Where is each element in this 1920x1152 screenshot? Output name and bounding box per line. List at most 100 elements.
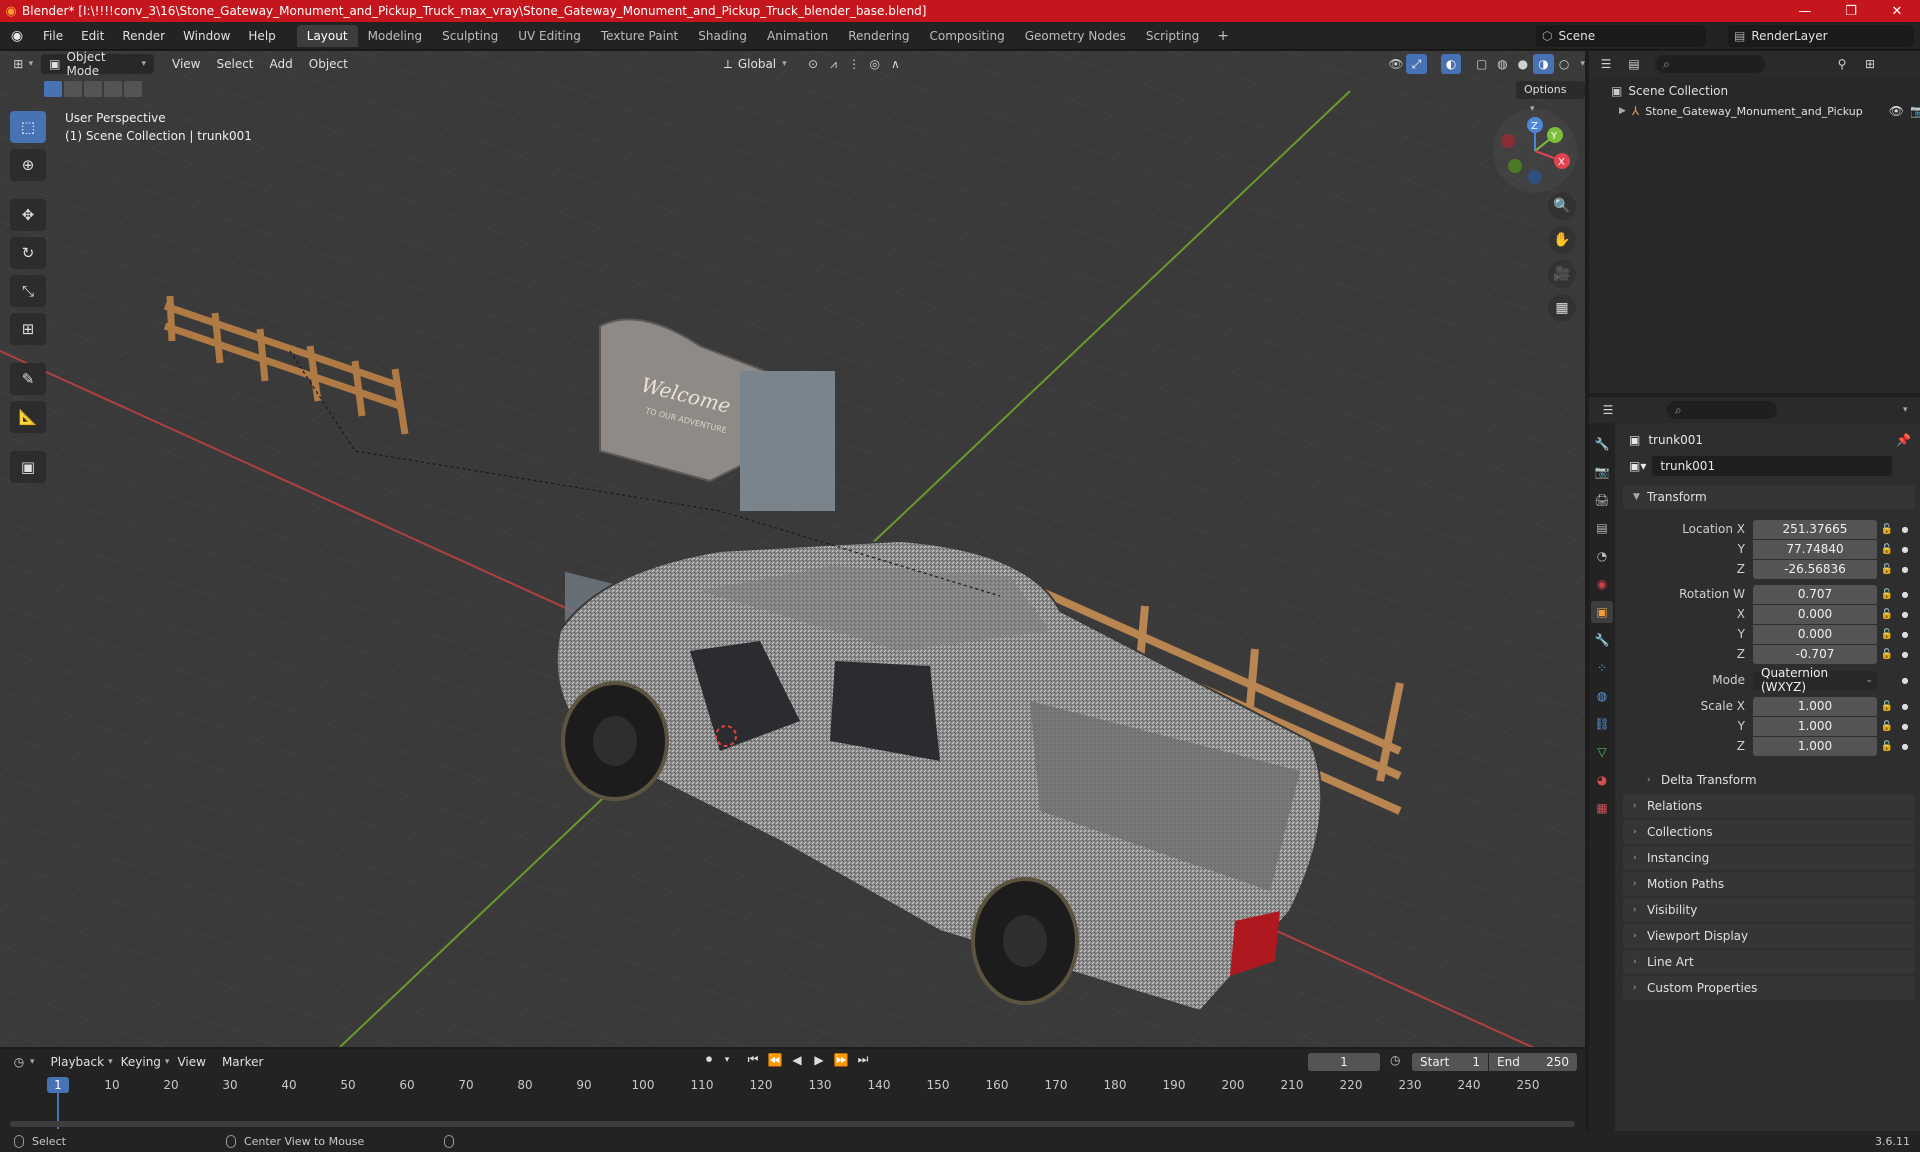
lock-icon[interactable]: 🔓 xyxy=(1877,564,1897,575)
close-button[interactable]: ✕ xyxy=(1874,0,1920,22)
viewport-menu-add[interactable]: Add xyxy=(262,54,301,74)
object-mode-dropdown[interactable]: ▣ Object Mode ▾ xyxy=(41,51,154,78)
menu-file[interactable]: File xyxy=(34,22,72,50)
expand-arrow-icon[interactable]: ▶ xyxy=(1619,106,1626,116)
outliner-item[interactable]: ▶ ⅄ Stone_Gateway_Monument_and_Pickup 👁 … xyxy=(1589,101,1920,121)
transform-tool-icon[interactable]: ⊞ xyxy=(10,313,46,345)
viewport-display-panel-header[interactable]: › Viewport Display xyxy=(1623,924,1915,948)
object-tab-icon[interactable]: ▣ xyxy=(1591,601,1613,623)
render-tab-icon[interactable]: 📷 xyxy=(1591,461,1613,483)
keyframe-dot-icon[interactable]: ● xyxy=(1897,630,1913,639)
keyframe-dot-icon[interactable]: ● xyxy=(1897,545,1913,554)
eye-icon[interactable]: 👁 xyxy=(1889,104,1904,118)
blender-logo-icon[interactable]: ◉ xyxy=(0,28,34,44)
cursor-tool-icon[interactable]: ⊕ xyxy=(10,149,46,181)
keyframe-dot-icon[interactable]: ● xyxy=(1897,650,1913,659)
3d-viewport[interactable]: Welcome TO OUR ADVENTURE Z Y X ⊞ ▾ ▣ Obj… xyxy=(0,51,1585,1047)
tab-rendering[interactable]: Rendering xyxy=(838,25,919,47)
world-tab-icon[interactable]: ◉ xyxy=(1591,573,1613,595)
tab-sculpting[interactable]: Sculpting xyxy=(432,25,508,47)
play-reverse-icon[interactable]: ◀ xyxy=(788,1053,806,1067)
tab-uv-editing[interactable]: UV Editing xyxy=(508,25,591,47)
outliner-scene-collection[interactable]: ▣ Scene Collection xyxy=(1589,81,1920,101)
select-mode-invert-icon[interactable] xyxy=(104,81,122,97)
transform-panel-header[interactable]: ▼ Transform xyxy=(1623,485,1915,509)
ortho-grid-icon[interactable]: ▦ xyxy=(1548,294,1576,322)
select-mode-intersect-icon[interactable] xyxy=(124,81,142,97)
outliner-editor-type-icon[interactable]: ☰ xyxy=(1595,54,1617,74)
menu-window[interactable]: Window xyxy=(174,22,239,50)
move-tool-icon[interactable]: ✥ xyxy=(10,199,46,231)
editor-type-icon[interactable]: ⊞ xyxy=(8,54,29,74)
timeline-scrollbar[interactable] xyxy=(10,1121,1575,1127)
current-frame-field[interactable]: 1 xyxy=(1308,1053,1380,1071)
navigation-gizmo[interactable]: Z Y X xyxy=(1493,109,1577,193)
pin-icon[interactable]: 📌 xyxy=(1896,433,1911,447)
constraints-tab-icon[interactable]: ⛓ xyxy=(1591,713,1613,735)
viewport-menu-select[interactable]: Select xyxy=(208,54,261,74)
lock-icon[interactable]: 🔓 xyxy=(1877,741,1897,752)
rotation-mode-dropdown[interactable]: Quaternion (WXYZ) ⌄ xyxy=(1753,666,1877,694)
add-cube-tool-icon[interactable]: ▣ xyxy=(10,451,46,483)
record-icon[interactable]: ⏺ xyxy=(700,1052,718,1067)
show-gizmo-icon[interactable]: ⤢ xyxy=(1406,54,1427,74)
output-tab-icon[interactable]: 🖨 xyxy=(1591,489,1613,511)
lock-icon[interactable]: 🔓 xyxy=(1877,544,1897,555)
measure-tool-icon[interactable]: 📐 xyxy=(10,401,46,433)
lock-icon[interactable]: 🔓 xyxy=(1877,629,1897,640)
timeline-menu-keying[interactable]: Keying xyxy=(113,1052,169,1072)
keyframe-dot-icon[interactable]: ● xyxy=(1897,590,1913,599)
tab-texture-paint[interactable]: Texture Paint xyxy=(591,25,688,47)
properties-search-input[interactable]: ⌕ xyxy=(1667,401,1777,419)
timeline-editor-type-icon[interactable]: ◷ xyxy=(8,1052,30,1072)
scale-x-field[interactable]: 1.000 xyxy=(1753,696,1877,716)
start-frame-field[interactable]: Start 1 xyxy=(1412,1053,1488,1071)
transform-orientation-dropdown[interactable]: ⟂ Global ▾ xyxy=(716,54,795,74)
delta-transform-subpanel[interactable]: › Delta Transform xyxy=(1637,768,1915,792)
shading-rendered-icon[interactable]: ○ xyxy=(1554,54,1575,74)
location-x-field[interactable]: 251.37665 xyxy=(1753,519,1877,539)
proportional-edit-icon[interactable]: ◎ xyxy=(864,54,885,74)
tab-modeling[interactable]: Modeling xyxy=(358,25,433,47)
menu-edit[interactable]: Edit xyxy=(72,22,113,50)
line-art-panel-header[interactable]: › Line Art xyxy=(1623,950,1915,974)
xray-toggle-icon[interactable]: ▢ xyxy=(1471,54,1492,74)
render-camera-icon[interactable]: 📷 xyxy=(1910,104,1920,118)
timeline-menu-marker[interactable]: Marker xyxy=(214,1052,271,1072)
tab-scripting[interactable]: Scripting xyxy=(1136,25,1209,47)
timeline-menu-playback[interactable]: Playback xyxy=(43,1052,113,1072)
outliner-search-input[interactable]: ⌕ xyxy=(1655,55,1765,73)
snap-icon[interactable]: ⩘ xyxy=(823,54,844,74)
scene-tab-icon[interactable]: ◔ xyxy=(1591,545,1613,567)
motion-paths-panel-header[interactable]: › Motion Paths xyxy=(1623,872,1915,896)
scale-z-field[interactable]: 1.000 xyxy=(1753,736,1877,756)
rotation-y-field[interactable]: 0.000 xyxy=(1753,624,1877,644)
select-mode-new-icon[interactable] xyxy=(44,81,62,97)
frame-ruler[interactable]: 10 20 30 40 50 60 70 80 90 100 110 120 1… xyxy=(0,1075,1585,1095)
jump-end-icon[interactable]: ⏭ xyxy=(854,1052,872,1067)
keyframe-dot-icon[interactable]: ● xyxy=(1897,610,1913,619)
tab-geometry-nodes[interactable]: Geometry Nodes xyxy=(1015,25,1136,47)
collections-panel-header[interactable]: › Collections xyxy=(1623,820,1915,844)
annotate-tool-icon[interactable]: ✎ xyxy=(10,363,46,395)
scene-selector[interactable]: ⬡ Scene xyxy=(1536,25,1706,47)
camera-view-icon[interactable]: 🎥 xyxy=(1548,260,1576,288)
view-layer-tab-icon[interactable]: ▤ xyxy=(1591,517,1613,539)
physics-tab-icon[interactable]: ◍ xyxy=(1591,685,1613,707)
object-data-icon[interactable]: ▣▾ xyxy=(1629,459,1646,473)
select-box-tool-icon[interactable]: ⬚ xyxy=(10,111,46,143)
keyframe-dot-icon[interactable]: ● xyxy=(1897,742,1913,751)
prev-keyframe-icon[interactable]: ⏪ xyxy=(766,1053,784,1067)
timeline-menu-view[interactable]: View xyxy=(169,1052,213,1072)
object-name-field[interactable]: trunk001 xyxy=(1652,456,1893,476)
scale-tool-icon[interactable]: ⤡ xyxy=(10,275,46,307)
rotate-tool-icon[interactable]: ↻ xyxy=(10,237,46,269)
new-collection-icon[interactable]: ⊞ xyxy=(1859,54,1881,74)
tab-animation[interactable]: Animation xyxy=(757,25,838,47)
rotation-x-field[interactable]: 0.000 xyxy=(1753,604,1877,624)
lock-icon[interactable]: 🔓 xyxy=(1877,701,1897,712)
particles-tab-icon[interactable]: ⁘ xyxy=(1591,657,1613,679)
shading-wireframe-icon[interactable]: ◍ xyxy=(1492,54,1513,74)
select-mode-extend-icon[interactable] xyxy=(64,81,82,97)
menu-render[interactable]: Render xyxy=(113,22,174,50)
